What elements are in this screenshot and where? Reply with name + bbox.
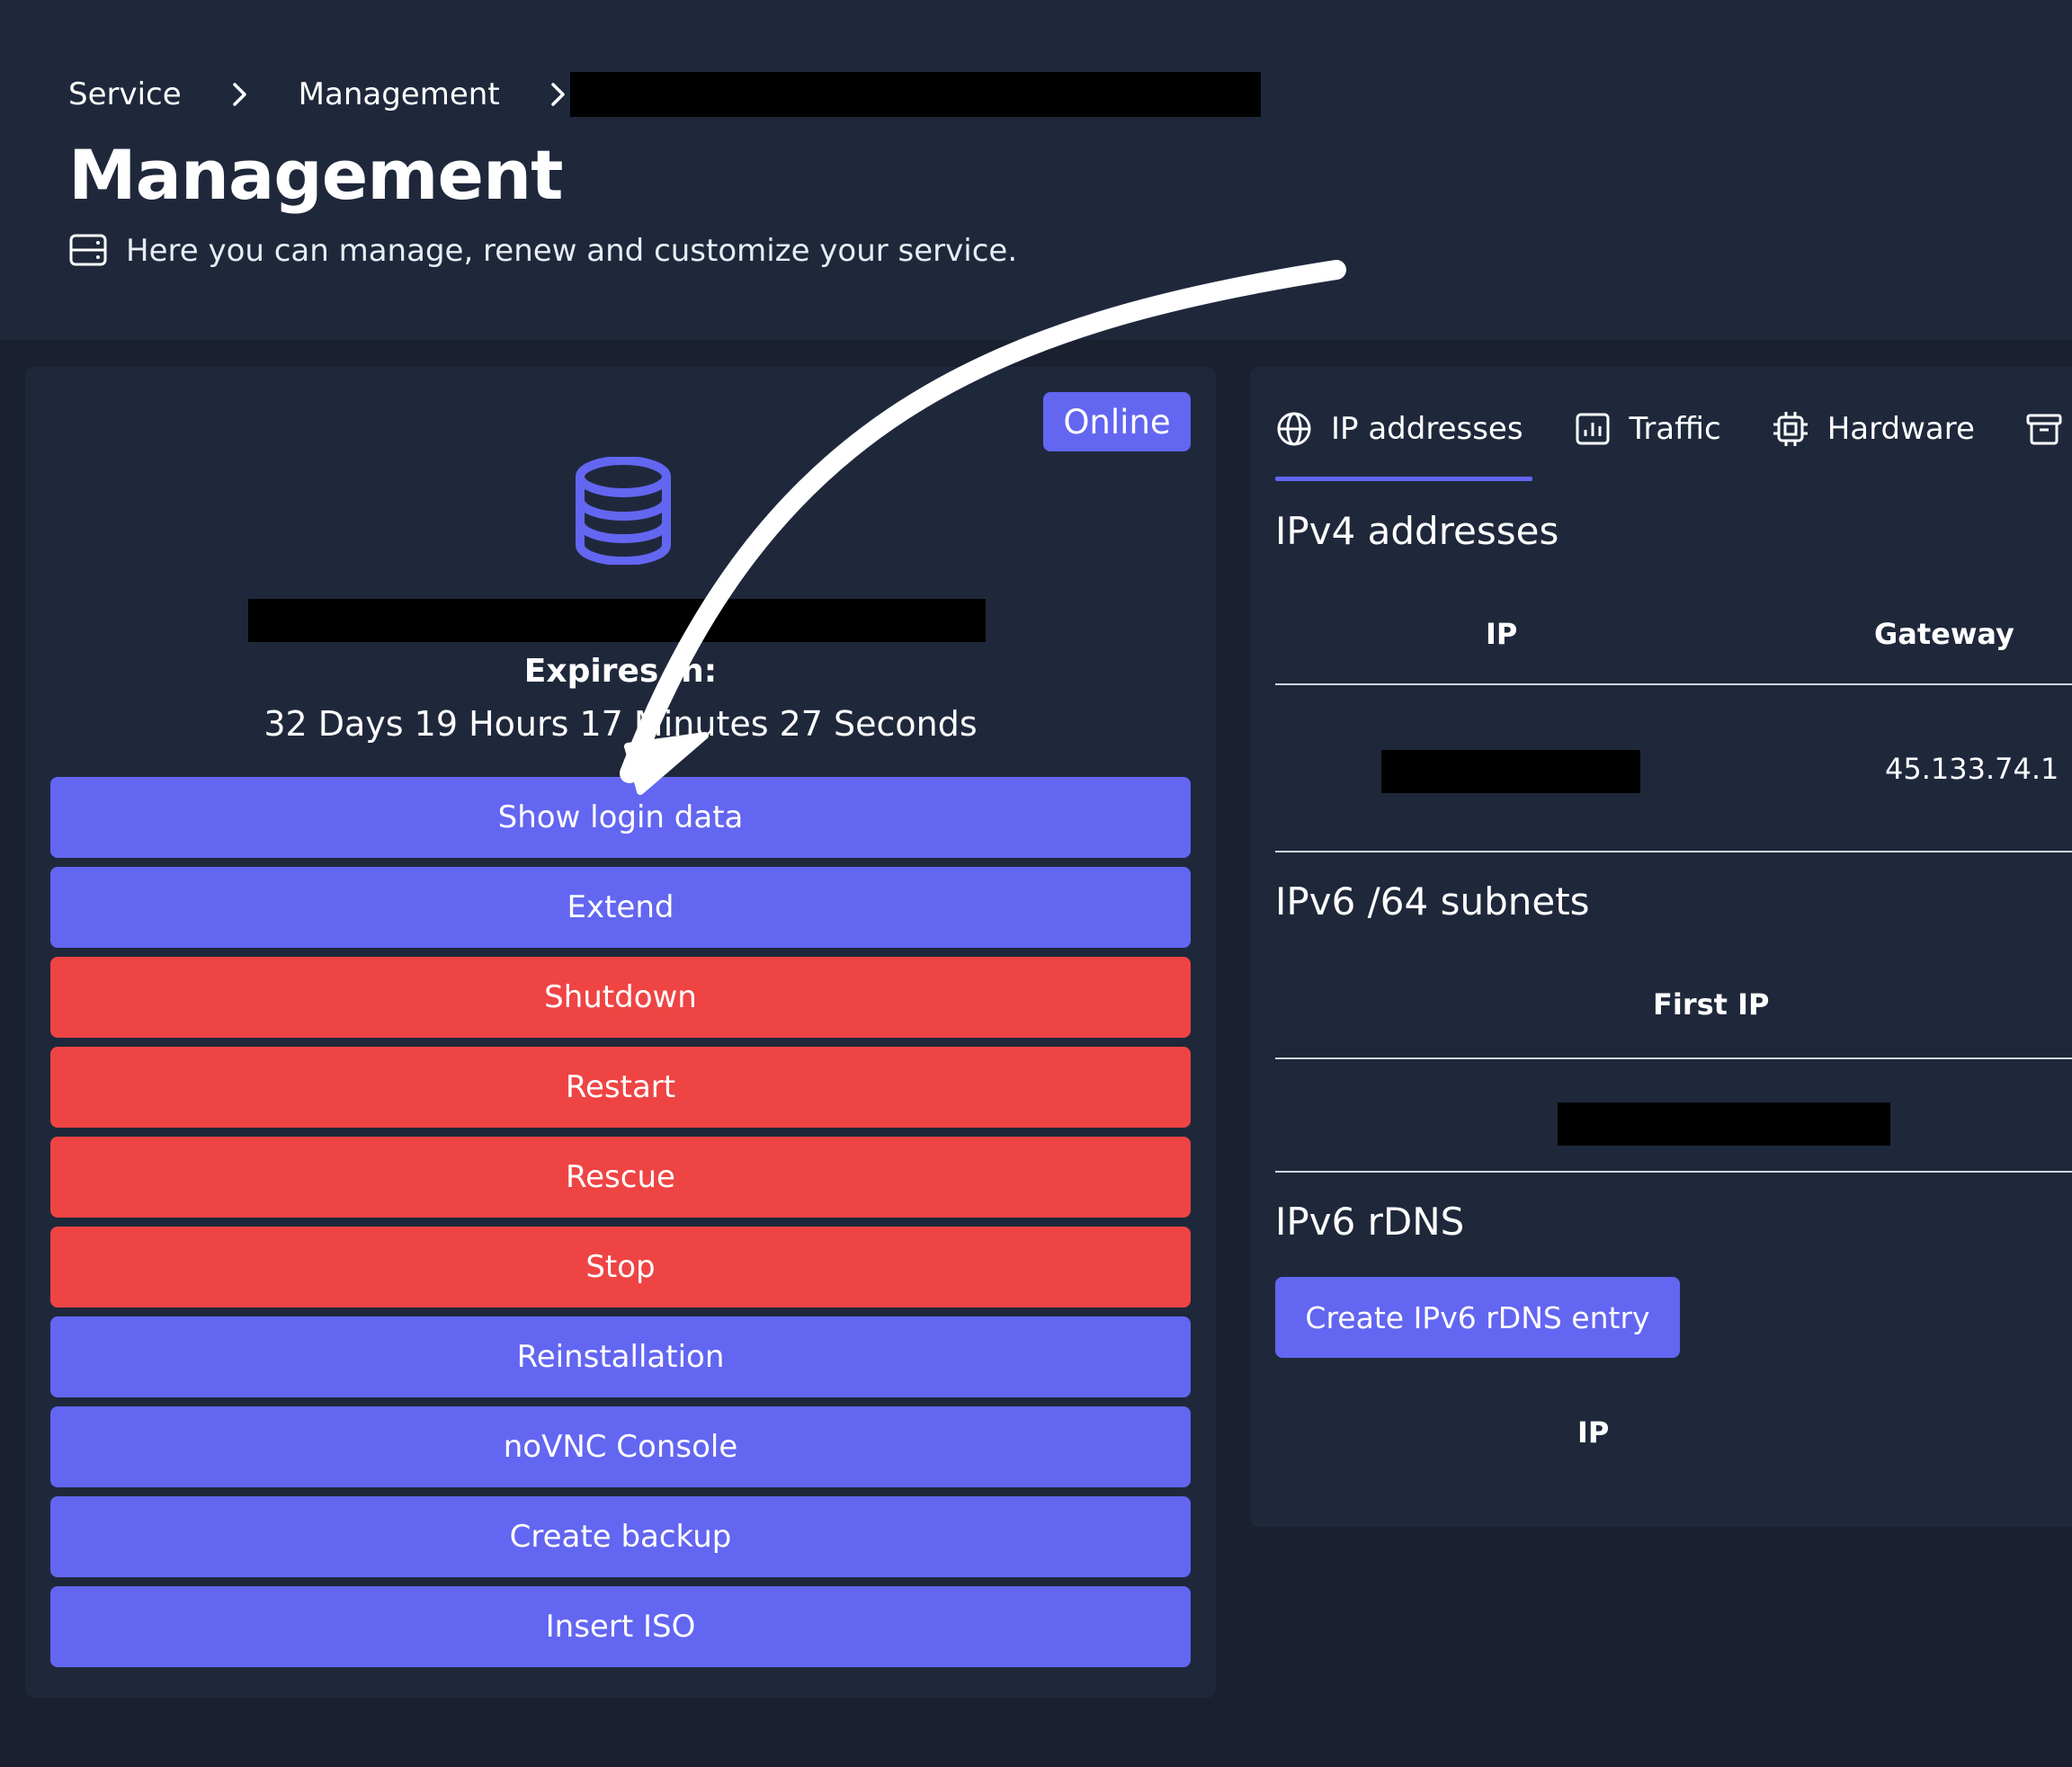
divider [1275, 851, 2072, 852]
active-tab-indicator [1275, 477, 1532, 481]
rdns-column-ip: IP [1577, 1415, 1610, 1450]
expires-countdown: 32 Days 19 Hours 17 Minutes 27 Seconds [263, 704, 978, 744]
ipv6-rdns-title: IPv6 rDNS [1275, 1200, 1465, 1244]
redacted-service-name [248, 599, 986, 642]
tab-label: IP addresses [1331, 411, 1523, 447]
tab-traffic[interactable]: Traffic [1574, 410, 1721, 448]
ipv4-title: IPv4 addresses [1275, 509, 1559, 553]
rescue-button[interactable]: Rescue [50, 1137, 1191, 1218]
action-list: Show login data Extend Shutdown Restart … [50, 777, 1191, 1676]
tab-label: Hardware [1826, 411, 1975, 447]
divider [1275, 1171, 2072, 1173]
ipv4-column-ip: IP [1486, 617, 1518, 651]
insert-iso-button[interactable]: Insert ISO [50, 1586, 1191, 1667]
breadcrumb-item-management[interactable]: Management [299, 76, 500, 112]
archive-icon [2026, 414, 2062, 445]
create-ipv6-rdns-button[interactable]: Create IPv6 rDNS entry [1275, 1277, 1680, 1358]
redacted-ipv6-subnet [1558, 1102, 1890, 1146]
cpu-icon [1773, 412, 1808, 446]
novnc-console-button[interactable]: noVNC Console [50, 1406, 1191, 1487]
tab-archive[interactable] [2025, 410, 2072, 448]
tab-hardware[interactable]: Hardware [1772, 410, 1975, 448]
chart-icon [1576, 413, 1610, 445]
network-panel: IP addresses Traffic Hardware IPv4 addre… [1250, 367, 2072, 1527]
divider [1275, 1058, 2072, 1059]
restart-button[interactable]: Restart [50, 1047, 1191, 1128]
page-header: Service Management Management Here you c… [0, 0, 2072, 340]
redacted-breadcrumb-item [570, 72, 1261, 117]
redacted-ipv4-address [1381, 750, 1640, 793]
server-icon [68, 230, 110, 272]
stop-button[interactable]: Stop [50, 1227, 1191, 1307]
page-title: Management [68, 135, 563, 215]
show-login-data-button[interactable]: Show login data [50, 777, 1191, 858]
tab-label: Traffic [1629, 411, 1721, 447]
expires-label: Expires in: [523, 653, 718, 690]
subtitle-text: Here you can manage, renew and customize… [126, 233, 1018, 269]
extend-button[interactable]: Extend [50, 867, 1191, 948]
status-badge: Online [1043, 392, 1191, 451]
divider [1275, 683, 2072, 685]
chevron-right-icon [213, 81, 267, 108]
ipv6-column-first-ip: First IP [1653, 987, 1770, 1022]
ipv4-gateway-value: 45.133.74.1 [1885, 752, 2059, 786]
ipv4-column-gateway: Gateway [1874, 617, 2014, 651]
page-subtitle: Here you can manage, renew and customize… [68, 230, 1017, 272]
service-card: Online Expires in: 32 Days 19 Hours 17 M… [25, 367, 1216, 1698]
reinstallation-button[interactable]: Reinstallation [50, 1316, 1191, 1397]
database-icon [572, 456, 674, 567]
globe-icon [1277, 412, 1311, 446]
ipv6-subnets-title: IPv6 /64 subnets [1275, 879, 1590, 924]
breadcrumb-item-service[interactable]: Service [68, 76, 182, 112]
tab-bar: IP addresses Traffic Hardware [1275, 397, 2072, 460]
shutdown-button[interactable]: Shutdown [50, 957, 1191, 1038]
breadcrumb: Service Management [68, 72, 617, 117]
tab-ip-addresses[interactable]: IP addresses [1275, 410, 1523, 448]
create-backup-button[interactable]: Create backup [50, 1496, 1191, 1577]
